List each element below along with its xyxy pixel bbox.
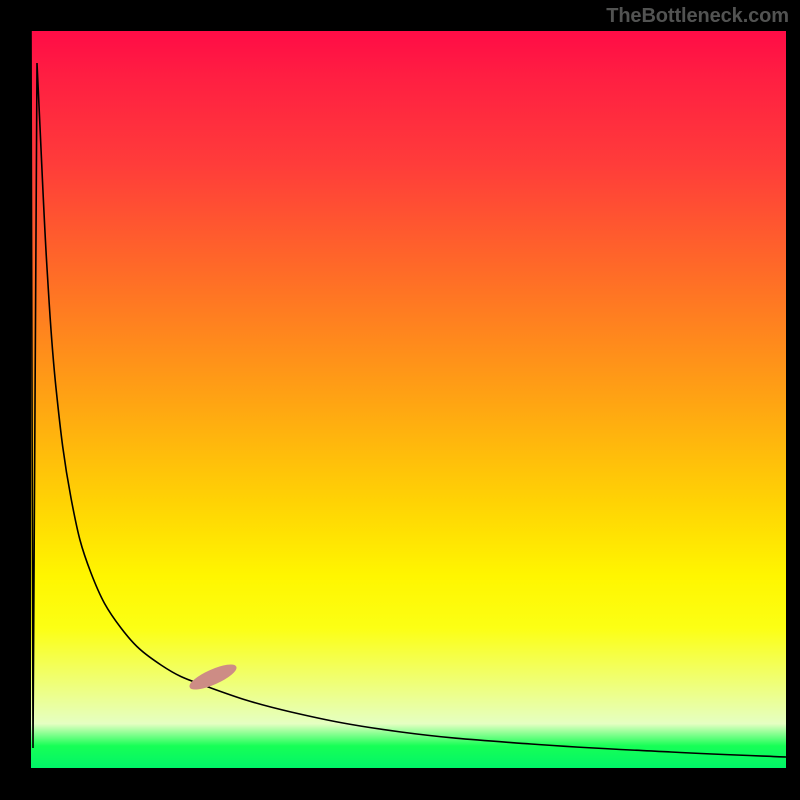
gradient-plot-area <box>31 31 786 768</box>
chart-container: { "attribution": "TheBottleneck.com", "c… <box>0 0 800 800</box>
attribution-text: TheBottleneck.com <box>606 5 789 28</box>
